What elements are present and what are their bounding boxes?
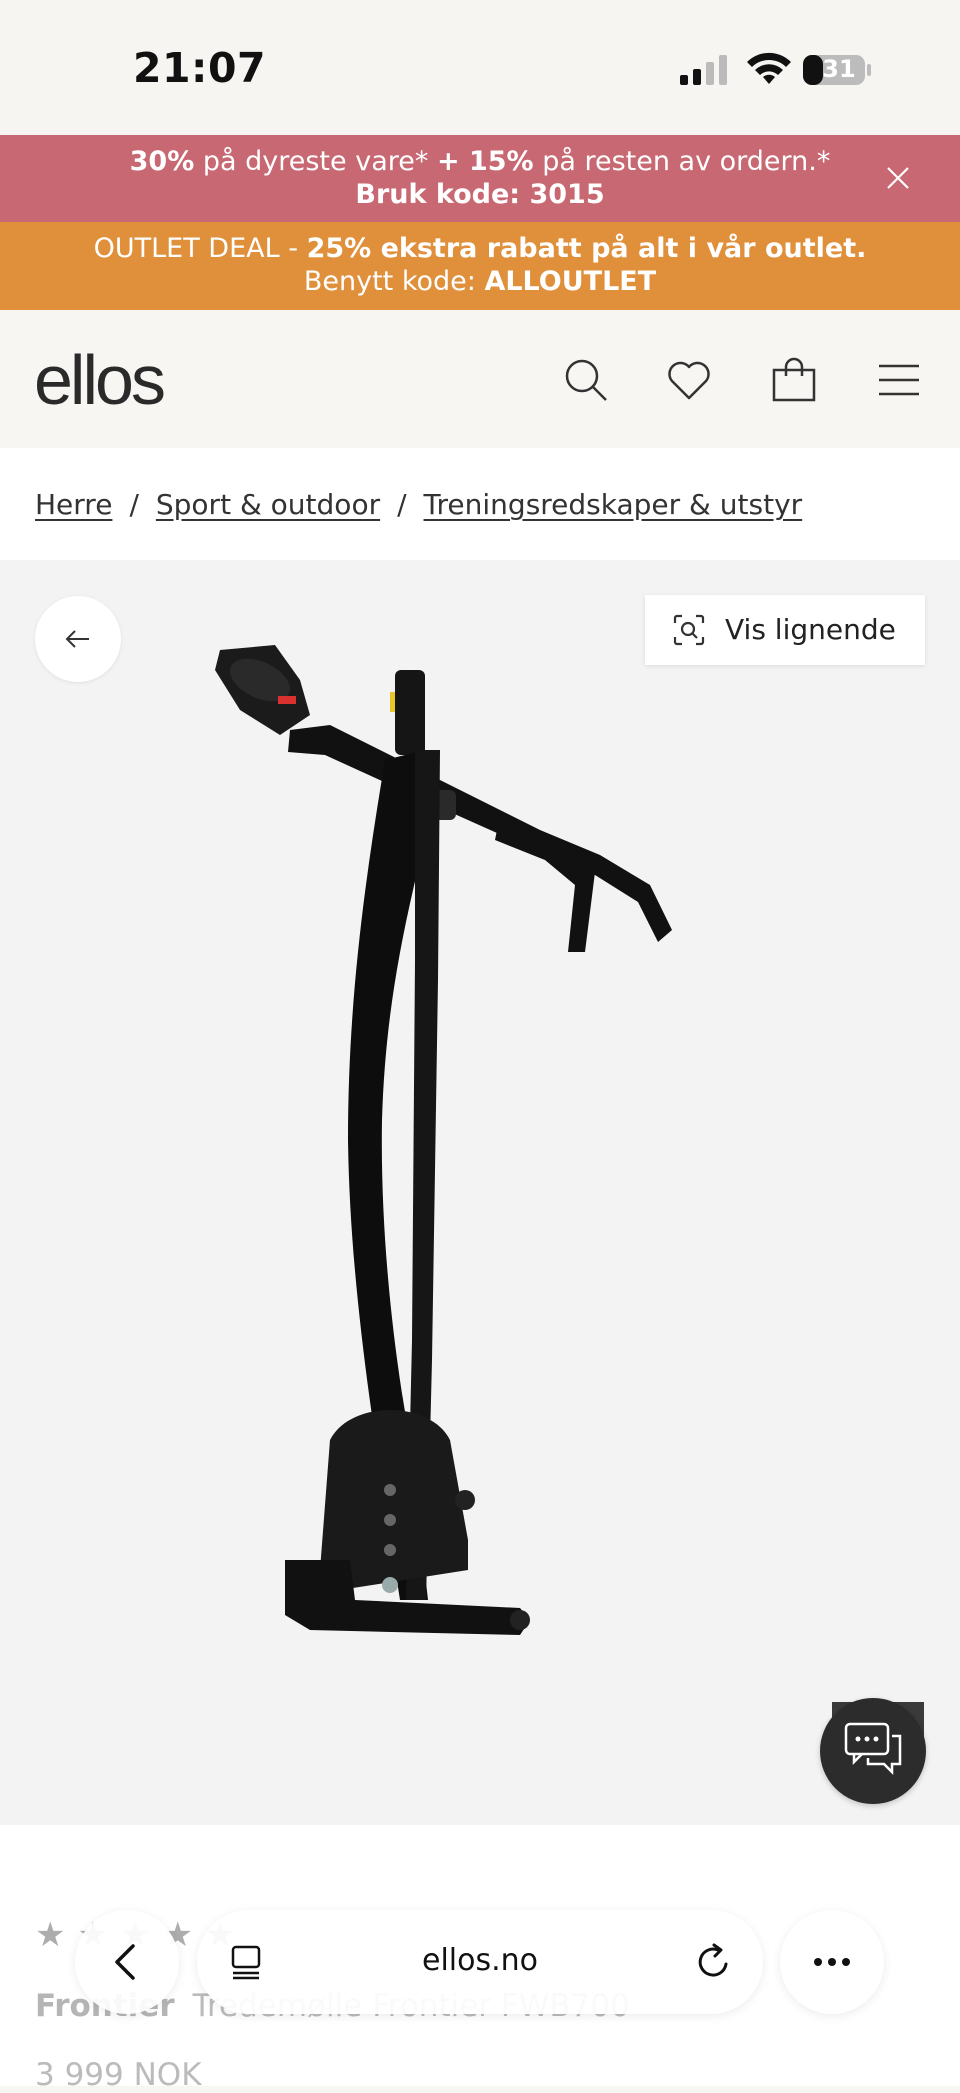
reload-icon[interactable] bbox=[694, 1942, 734, 1982]
outlet-code: ALLOUTLET bbox=[484, 266, 657, 297]
outlet-discount: 25% ekstra rabatt på alt i vår outlet. bbox=[306, 233, 867, 264]
promo-code: Bruk kode: 3015 bbox=[355, 179, 605, 210]
close-icon[interactable] bbox=[882, 162, 914, 194]
promo-banner-discount: 30% på dyreste vare* + 15% på resten av … bbox=[0, 135, 960, 222]
promo-banner-outlet-text: OUTLET DEAL - 25% ekstra rabatt på alt i… bbox=[60, 232, 900, 298]
cellular-signal-icon bbox=[680, 55, 727, 85]
heart-icon[interactable] bbox=[665, 356, 713, 404]
chevron-left-icon bbox=[115, 1944, 135, 1980]
wifi-icon bbox=[747, 52, 791, 84]
outlet-text-2: Benytt kode: bbox=[303, 266, 485, 297]
outlet-text-1: OUTLET DEAL - bbox=[93, 233, 307, 264]
breadcrumb-separator: / bbox=[397, 488, 407, 521]
arrow-left-icon bbox=[65, 630, 89, 648]
status-time: 21:07 bbox=[133, 44, 267, 92]
ellos-logo[interactable]: ellos bbox=[34, 340, 166, 420]
promo-text-1: på dyreste vare* bbox=[194, 146, 437, 177]
shopping-bag-icon[interactable] bbox=[770, 356, 818, 404]
address-bar[interactable]: ellos.no bbox=[197, 1910, 763, 2014]
breadcrumb: Herre / Sport & outdoor / Treningsredskaper … bbox=[0, 448, 960, 560]
product-image-treadmill bbox=[215, 645, 672, 1635]
search-icon[interactable] bbox=[562, 356, 610, 404]
breadcrumb-item-sport-outdoor[interactable]: Sport & outdoor bbox=[156, 488, 380, 521]
more-options-button[interactable] bbox=[780, 1910, 884, 2014]
site-header: ellos bbox=[0, 310, 960, 448]
promo-discount-2: + 15% bbox=[436, 146, 534, 177]
url-text: ellos.no bbox=[421, 1943, 538, 1978]
promo-discount-1: 30% bbox=[129, 146, 195, 177]
chat-button[interactable] bbox=[820, 1698, 926, 1804]
product-price: 3 999 NOK bbox=[35, 2057, 202, 2093]
battery-level: 31 bbox=[822, 55, 856, 83]
battery-icon: 31 bbox=[802, 52, 874, 88]
product-image-gallery[interactable]: Vis lignende bbox=[0, 560, 960, 1825]
show-similar-label: Vis lignende bbox=[725, 613, 896, 646]
breadcrumb-separator: / bbox=[129, 488, 139, 521]
promo-banner-outlet[interactable]: OUTLET DEAL - 25% ekstra rabatt på alt i… bbox=[0, 222, 960, 310]
breadcrumb-item-herre[interactable]: Herre bbox=[35, 488, 112, 521]
browser-back-button[interactable] bbox=[75, 1910, 179, 2014]
chat-bubbles-icon bbox=[844, 1722, 902, 1776]
promo-banner-discount-text: 30% på dyreste vare* + 15% på resten av … bbox=[100, 145, 860, 211]
gallery-back-button[interactable] bbox=[35, 596, 121, 682]
ellipsis-icon bbox=[814, 1958, 850, 1966]
breadcrumb-item-training-equipment[interactable]: Treningsredskaper & utstyr bbox=[424, 488, 803, 521]
promo-text-2: på resten av ordern.* bbox=[533, 146, 831, 177]
status-bar: 21:07 31 bbox=[0, 0, 960, 135]
menu-icon[interactable] bbox=[875, 356, 923, 404]
